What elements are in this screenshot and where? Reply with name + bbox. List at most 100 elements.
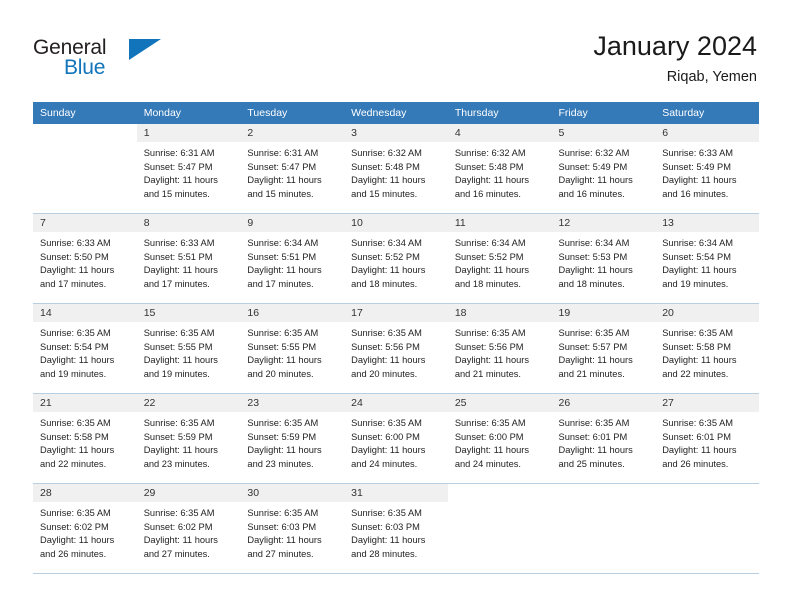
day-detail-line: Sunrise: 6:32 AM <box>454 148 526 158</box>
day-cell[interactable]: 5 Sunrise: 6:32 AM Sunset: 5:49 PM Daylight… <box>551 124 656 214</box>
day-detail-line: Daylight: 11 hours <box>143 175 218 186</box>
day-cell[interactable]: 23 Sunrise: 6:35 AM Sunset: 5:59 PM Dayligh… <box>240 393 345 484</box>
day-number: 9 <box>240 214 345 232</box>
day-cell-details: Sunrise: 6:35 AM Sunset: 5:55 PM Daylight:… <box>240 322 344 381</box>
day-cell[interactable]: 22 Sunrise: 6:35 AM Sunset: 5:59 PM Dayligh… <box>136 393 241 484</box>
day-cell-details <box>33 142 137 147</box>
day-detail-line: Daylight: 11 hours <box>454 265 530 276</box>
day-cell-inner: 28 Sunrise: 6:35 AM Sunset: 6:02 PM Dayligh… <box>33 484 137 573</box>
day-detail-line: Sunset: 5:52 PM <box>351 251 420 262</box>
day-cell[interactable]: 13 Sunrise: 6:34 AM Sunset: 5:54 PM Dayligh… <box>655 213 759 304</box>
day-cell[interactable]: 14 Sunrise: 6:35 AM Sunset: 5:54 PM Dayligh… <box>33 303 137 394</box>
day-detail-line: and 18 minutes. <box>351 278 418 289</box>
day-cell[interactable]: 31 Sunrise: 6:35 AM Sunset: 6:03 PM Dayligh… <box>344 483 448 574</box>
day-detail-line: Sunset: 5:58 PM <box>662 341 731 352</box>
calendar-week-row: 7 Sunrise: 6:33 AM Sunset: 5:50 PM Daylight… <box>33 213 759 304</box>
column-header-thursday: Thursday <box>447 102 552 124</box>
day-cell[interactable]: 8 Sunrise: 6:33 AM Sunset: 5:51 PM Daylight… <box>136 213 241 304</box>
page-title: January 2024 <box>593 31 757 61</box>
day-cell[interactable]: 7 Sunrise: 6:33 AM Sunset: 5:50 PM Daylight… <box>33 213 137 304</box>
day-cell[interactable]: 6 Sunrise: 6:33 AM Sunset: 5:49 PM Daylight… <box>655 124 759 214</box>
day-number: 4 <box>447 124 552 142</box>
day-detail-line: Sunset: 5:52 PM <box>454 251 524 262</box>
calendar-week-row: 14 Sunrise: 6:35 AM Sunset: 5:54 PM Dayligh… <box>33 303 759 394</box>
day-number: 5 <box>551 124 656 142</box>
day-cell-details: Sunrise: 6:35 AM Sunset: 5:56 PM Daylight:… <box>344 322 448 381</box>
column-header-friday: Friday <box>551 102 656 124</box>
day-detail-line: Sunset: 5:54 PM <box>40 341 109 352</box>
day-detail-line: Daylight: 11 hours <box>40 265 115 276</box>
day-cell[interactable]: 1 Sunrise: 6:31 AM Sunset: 5:47 PM Daylight… <box>136 124 241 214</box>
day-cell[interactable]: 9 Sunrise: 6:34 AM Sunset: 5:51 PM Daylight… <box>240 213 345 304</box>
day-detail-line: and 21 minutes. <box>454 368 521 379</box>
day-cell-inner: 30 Sunrise: 6:35 AM Sunset: 6:03 PM Dayligh… <box>240 484 345 573</box>
day-detail-line: Sunset: 5:55 PM <box>247 341 317 352</box>
day-cell[interactable]: 30 Sunrise: 6:35 AM Sunset: 6:03 PM Dayligh… <box>240 483 345 574</box>
day-cell-inner: 25 Sunrise: 6:35 AM Sunset: 6:00 PM Dayligh… <box>447 394 552 483</box>
day-detail-line: and 23 minutes. <box>143 458 210 469</box>
day-number: 13 <box>655 214 759 232</box>
day-detail-line: Sunset: 5:48 PM <box>454 161 524 172</box>
day-number: 21 <box>33 394 137 412</box>
day-detail-line: and 16 minutes. <box>454 188 521 199</box>
day-cell[interactable]: 24 Sunrise: 6:35 AM Sunset: 6:00 PM Dayligh… <box>344 393 448 484</box>
day-detail-line: Daylight: 11 hours <box>558 265 633 276</box>
day-cell[interactable]: 17 Sunrise: 6:35 AM Sunset: 5:56 PM Dayligh… <box>344 303 448 394</box>
day-cell-details: Sunrise: 6:35 AM Sunset: 5:57 PM Daylight:… <box>552 322 656 381</box>
day-detail-line: Sunset: 6:00 PM <box>454 431 524 442</box>
day-detail-line: Daylight: 11 hours <box>454 355 530 366</box>
day-detail-line: Sunset: 5:47 PM <box>247 161 317 172</box>
day-detail-line: Sunrise: 6:33 AM <box>662 148 734 158</box>
day-detail-line: and 27 minutes. <box>247 548 314 559</box>
day-cell-inner: 13 Sunrise: 6:34 AM Sunset: 5:54 PM Dayligh… <box>655 214 759 303</box>
day-cell[interactable]: 20 Sunrise: 6:35 AM Sunset: 5:58 PM Dayligh… <box>655 303 759 394</box>
day-detail-line: Sunset: 5:53 PM <box>558 251 628 262</box>
day-detail-line: Daylight: 11 hours <box>351 445 426 456</box>
day-number: 19 <box>551 304 656 322</box>
day-cell[interactable]: 29 Sunrise: 6:35 AM Sunset: 6:02 PM Dayligh… <box>136 483 241 574</box>
general-blue-logo[interactable]: General Blue <box>33 36 213 86</box>
day-cell-inner: 19 Sunrise: 6:35 AM Sunset: 5:57 PM Dayligh… <box>551 304 656 393</box>
day-cell[interactable]: 4 Sunrise: 6:32 AM Sunset: 5:48 PM Daylight… <box>447 124 552 214</box>
day-detail-line: and 20 minutes. <box>247 368 314 379</box>
day-number: 8 <box>136 214 241 232</box>
day-detail-line: Sunrise: 6:35 AM <box>662 418 734 428</box>
day-cell-details: Sunrise: 6:33 AM Sunset: 5:49 PM Daylight:… <box>655 142 759 201</box>
day-detail-line: and 15 minutes. <box>247 188 314 199</box>
day-cell-inner <box>551 484 656 573</box>
day-cell[interactable]: 12 Sunrise: 6:34 AM Sunset: 5:53 PM Dayligh… <box>551 213 656 304</box>
day-number: 22 <box>136 394 241 412</box>
day-detail-line: Daylight: 11 hours <box>247 445 322 456</box>
day-cell[interactable]: 27 Sunrise: 6:35 AM Sunset: 6:01 PM Dayligh… <box>655 393 759 484</box>
day-detail-line: Sunset: 5:59 PM <box>143 431 213 442</box>
day-detail-line: and 15 minutes. <box>143 188 210 199</box>
day-cell[interactable]: 19 Sunrise: 6:35 AM Sunset: 5:57 PM Dayligh… <box>551 303 656 394</box>
calendar-week-row: 1 Sunrise: 6:31 AM Sunset: 5:47 PM Daylight… <box>33 124 759 214</box>
day-cell[interactable]: 10 Sunrise: 6:34 AM Sunset: 5:52 PM Dayligh… <box>344 213 448 304</box>
day-detail-line: Sunset: 6:00 PM <box>351 431 420 442</box>
day-cell-inner: 29 Sunrise: 6:35 AM Sunset: 6:02 PM Dayligh… <box>136 484 241 573</box>
day-cell[interactable]: 28 Sunrise: 6:35 AM Sunset: 6:02 PM Dayligh… <box>33 483 137 574</box>
day-number: 12 <box>551 214 656 232</box>
day-cell[interactable]: 26 Sunrise: 6:35 AM Sunset: 6:01 PM Dayligh… <box>551 393 656 484</box>
day-number <box>447 484 552 502</box>
day-number: 31 <box>344 484 448 502</box>
day-cell[interactable]: 25 Sunrise: 6:35 AM Sunset: 6:00 PM Dayligh… <box>447 393 552 484</box>
day-cell[interactable]: 2 Sunrise: 6:31 AM Sunset: 5:47 PM Daylight… <box>240 124 345 214</box>
day-detail-line: Sunrise: 6:34 AM <box>454 238 526 248</box>
day-cell[interactable]: 21 Sunrise: 6:35 AM Sunset: 5:58 PM Dayligh… <box>33 393 137 484</box>
day-detail-line: Daylight: 11 hours <box>454 445 530 456</box>
day-cell[interactable]: 3 Sunrise: 6:32 AM Sunset: 5:48 PM Daylight… <box>344 124 448 214</box>
day-cell-inner: 14 Sunrise: 6:35 AM Sunset: 5:54 PM Dayligh… <box>33 304 137 393</box>
day-cell[interactable]: 18 Sunrise: 6:35 AM Sunset: 5:56 PM Dayligh… <box>447 303 552 394</box>
day-cell-details: Sunrise: 6:35 AM Sunset: 6:03 PM Daylight:… <box>240 502 344 561</box>
day-cell[interactable]: 16 Sunrise: 6:35 AM Sunset: 5:55 PM Dayligh… <box>240 303 345 394</box>
day-cell[interactable]: 15 Sunrise: 6:35 AM Sunset: 5:55 PM Dayligh… <box>136 303 241 394</box>
day-number: 10 <box>344 214 448 232</box>
day-cell[interactable]: 11 Sunrise: 6:34 AM Sunset: 5:52 PM Dayligh… <box>447 213 552 304</box>
day-detail-line: and 25 minutes. <box>558 458 625 469</box>
day-cell-inner: 7 Sunrise: 6:33 AM Sunset: 5:50 PM Daylight… <box>33 214 137 303</box>
day-detail-line: and 19 minutes. <box>143 368 210 379</box>
day-cell-details: Sunrise: 6:31 AM Sunset: 5:47 PM Daylight:… <box>137 142 241 201</box>
column-header-saturday: Saturday <box>655 102 759 124</box>
